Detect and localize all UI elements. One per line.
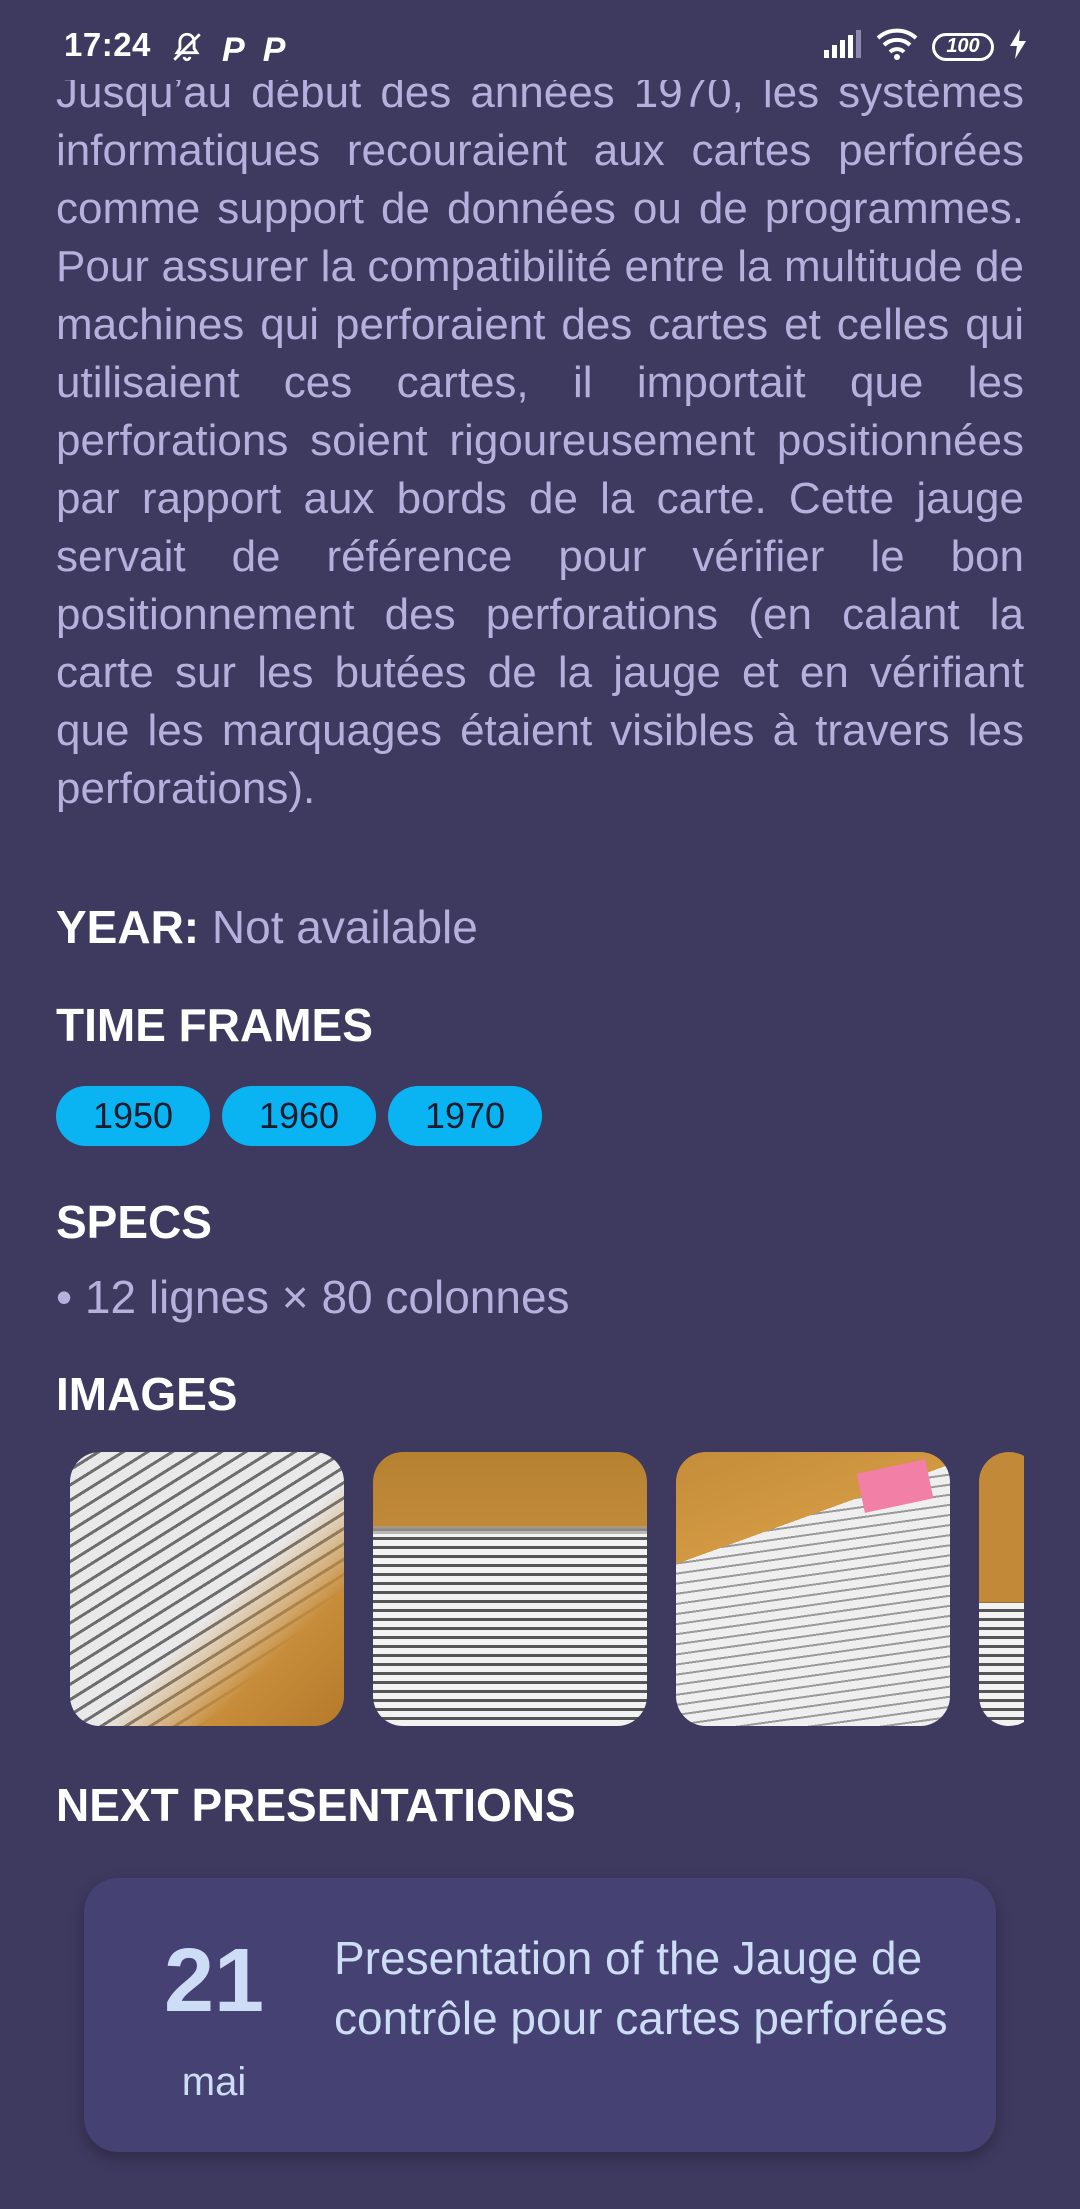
status-icons-left: P P <box>170 30 285 69</box>
status-icons-right: 100 <box>822 28 1028 65</box>
time-frame-chip[interactable]: 1950 <box>56 1086 210 1146</box>
time-frame-chip[interactable]: 1960 <box>222 1086 376 1146</box>
time-frame-chip[interactable]: 1970 <box>388 1086 542 1146</box>
image-carousel[interactable] <box>70 1452 1024 1728</box>
parking-icon: P <box>222 30 245 69</box>
presentation-day: 21 <box>163 1931 265 2031</box>
gallery-image[interactable] <box>373 1452 647 1726</box>
gallery-image[interactable] <box>979 1452 1024 1726</box>
time-frames-chips: 1950 1960 1970 <box>56 1086 542 1146</box>
year-line: YEAR: Not available <box>56 900 478 954</box>
status-time: 17:24 <box>64 26 151 63</box>
gallery-image[interactable] <box>676 1452 950 1726</box>
mute-icon <box>170 30 204 69</box>
charging-icon <box>1008 29 1028 64</box>
spec-item: • 12 lignes × 80 colonnes <box>56 1271 570 1323</box>
description-text: Jusqu’au début des années 1970, les syst… <box>56 68 1024 813</box>
battery-icon: 100 <box>932 32 994 61</box>
presentation-month: mai <box>181 2060 247 2104</box>
status-bar: 17:24 P P 100 <box>0 0 1080 80</box>
parking-icon: P <box>262 30 286 69</box>
signal-icon <box>822 30 862 63</box>
time-frames-title: TIME FRAMES <box>56 999 373 1051</box>
presentation-card[interactable]: 21 mai Presentation of the Jauge de cont… <box>84 1878 996 2152</box>
year-label: YEAR: <box>56 901 200 953</box>
presentation-title: Presentation of the Jauge de contrôle po… <box>334 1932 948 2044</box>
year-value: Not available <box>211 901 478 953</box>
wifi-icon <box>876 28 918 65</box>
next-presentations-title: NEXT PRESENTATIONS <box>56 1779 576 1831</box>
specs-title: SPECS <box>56 1196 212 1248</box>
images-title: IMAGES <box>56 1368 238 1420</box>
gallery-image[interactable] <box>70 1452 344 1726</box>
